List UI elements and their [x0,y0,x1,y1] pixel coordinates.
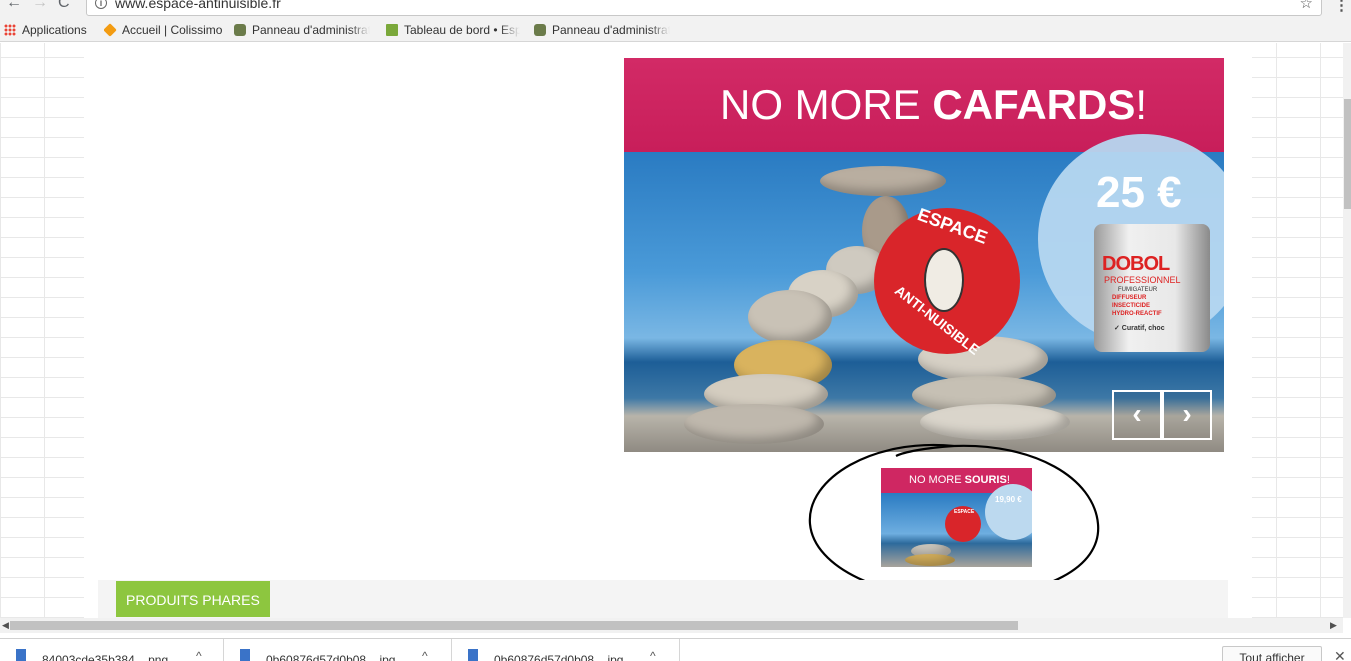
slide-headline: NO MORE CAFARDS! [720,81,1148,128]
thumbnail-price-circle [985,484,1032,540]
bookmark-label: Applications [22,23,87,37]
bookmark-label: Panneau d'administrat [252,23,370,37]
bookmarks-bar: Applications Accueil | Colissimo Panneau… [0,18,1351,42]
bookmark-label: Panneau d'administrat [552,23,670,37]
thumbnail-title: NO MORE SOURIS! [909,474,1010,486]
horizontal-scroll-thumb[interactable] [10,621,1018,630]
slider-next-button[interactable]: › [1162,390,1212,440]
apps-grid-icon [4,24,16,36]
url-text[interactable]: www.espace-antinuisible.fr [115,0,281,11]
chevron-right-icon: › [1182,398,1192,429]
back-arrow-icon[interactable]: ← [6,0,22,11]
chevron-up-icon[interactable]: ^ [422,649,428,661]
download-filename: 0b60876d57d0b08....jpg [494,653,624,661]
download-item[interactable]: 84003cde35b384....png ^ [0,639,224,661]
product-brand: DOBOL [1102,253,1170,275]
download-shelf: 84003cde35b384....png ^ 0b60876d57d0b08.… [0,638,1351,661]
download-item[interactable]: 0b60876d57d0b08....jpg ^ [224,639,452,661]
forward-arrow-icon[interactable]: → [32,0,48,11]
page-content: NO MORE CAFARDS! ESPACE ANTI-NUISIBLE 25… [84,43,1252,618]
slide-thumbnail[interactable]: NO MORE SOURIS! ESPACE 19,90 € [881,468,1032,567]
browser-menu-icon[interactable]: ⋮ [1334,0,1349,14]
thumbnail-price: 19,90 € [995,495,1022,504]
scroll-left-arrow-icon[interactable]: ◀ [2,618,9,633]
thumbnail-logo-text: ESPACE [954,509,975,515]
vertical-scroll-thumb[interactable] [1344,99,1351,209]
chevron-left-icon: ‹ [1132,398,1142,429]
stone-image [905,554,955,566]
product-text-line: DIFFUSEUR [1112,295,1147,301]
bookmark-label: Tableau de bord • Esp [404,23,520,37]
product-text-line: HYDRO-REACTIF [1112,311,1162,317]
bookmark-colissimo[interactable]: Accueil | Colissimo [104,22,226,38]
camera-icon [534,24,546,36]
page-viewport: NO MORE CAFARDS! ESPACE ANTI-NUISIBLE 25… [0,43,1351,618]
hero-slide[interactable]: NO MORE CAFARDS! ESPACE ANTI-NUISIBLE 25… [624,58,1224,452]
chevron-up-icon[interactable]: ^ [196,649,202,661]
product-text-line: INSECTICIDE [1112,303,1151,309]
stone-image [684,404,824,444]
product-text-line: ✓ Curatif, choc [1114,325,1165,332]
stone-image [920,404,1070,440]
scroll-right-arrow-icon[interactable]: ▶ [1330,618,1337,633]
products-section-bar: PRODUITS PHARES [98,580,1228,618]
produits-phares-tab[interactable]: PRODUITS PHARES [116,581,270,617]
document-icon [386,24,398,36]
bookmark-label: Accueil | Colissimo [122,23,223,37]
product-type: FUMIGATEUR [1118,287,1158,293]
chevron-up-icon[interactable]: ^ [650,649,656,661]
bookmark-star-icon[interactable]: ☆ [1300,0,1313,12]
stone-image [748,290,832,344]
slider-prev-button[interactable]: ‹ [1112,390,1162,440]
bookmark-tableau-de-bord[interactable]: Tableau de bord • Esp [386,22,520,38]
vertical-scrollbar[interactable] [1343,43,1351,618]
slide-price: 25 € [1096,168,1182,217]
close-icon[interactable]: ✕ [1334,648,1346,661]
bookmark-panneau-1[interactable]: Panneau d'administrat [234,22,370,38]
horizontal-scrollbar[interactable]: ◀ ▶ [0,618,1343,633]
camera-icon [234,24,246,36]
cockroach-mascot-icon [924,248,964,312]
box-icon [104,23,117,37]
image-file-icon [468,649,478,661]
info-icon[interactable]: i [95,0,107,9]
show-all-downloads-button[interactable]: Tout afficher [1222,646,1322,661]
browser-toolbar: ← → C i www.espace-antinuisible.fr ☆ ⋮ [0,0,1351,18]
bookmark-applications[interactable]: Applications [4,22,94,38]
download-filename: 84003cde35b384....png [42,653,169,661]
image-file-icon [240,649,250,661]
bookmark-panneau-2[interactable]: Panneau d'administrat [534,22,670,38]
address-bar[interactable]: i www.espace-antinuisible.fr ☆ [86,0,1322,16]
reload-icon[interactable]: C [58,0,70,11]
image-file-icon [16,649,26,661]
download-filename: 0b60876d57d0b08....jpg [266,653,396,661]
download-item[interactable]: 0b60876d57d0b08....jpg ^ [452,639,680,661]
stone-image [820,166,946,196]
product-subtitle: PROFESSIONNEL [1104,275,1181,285]
